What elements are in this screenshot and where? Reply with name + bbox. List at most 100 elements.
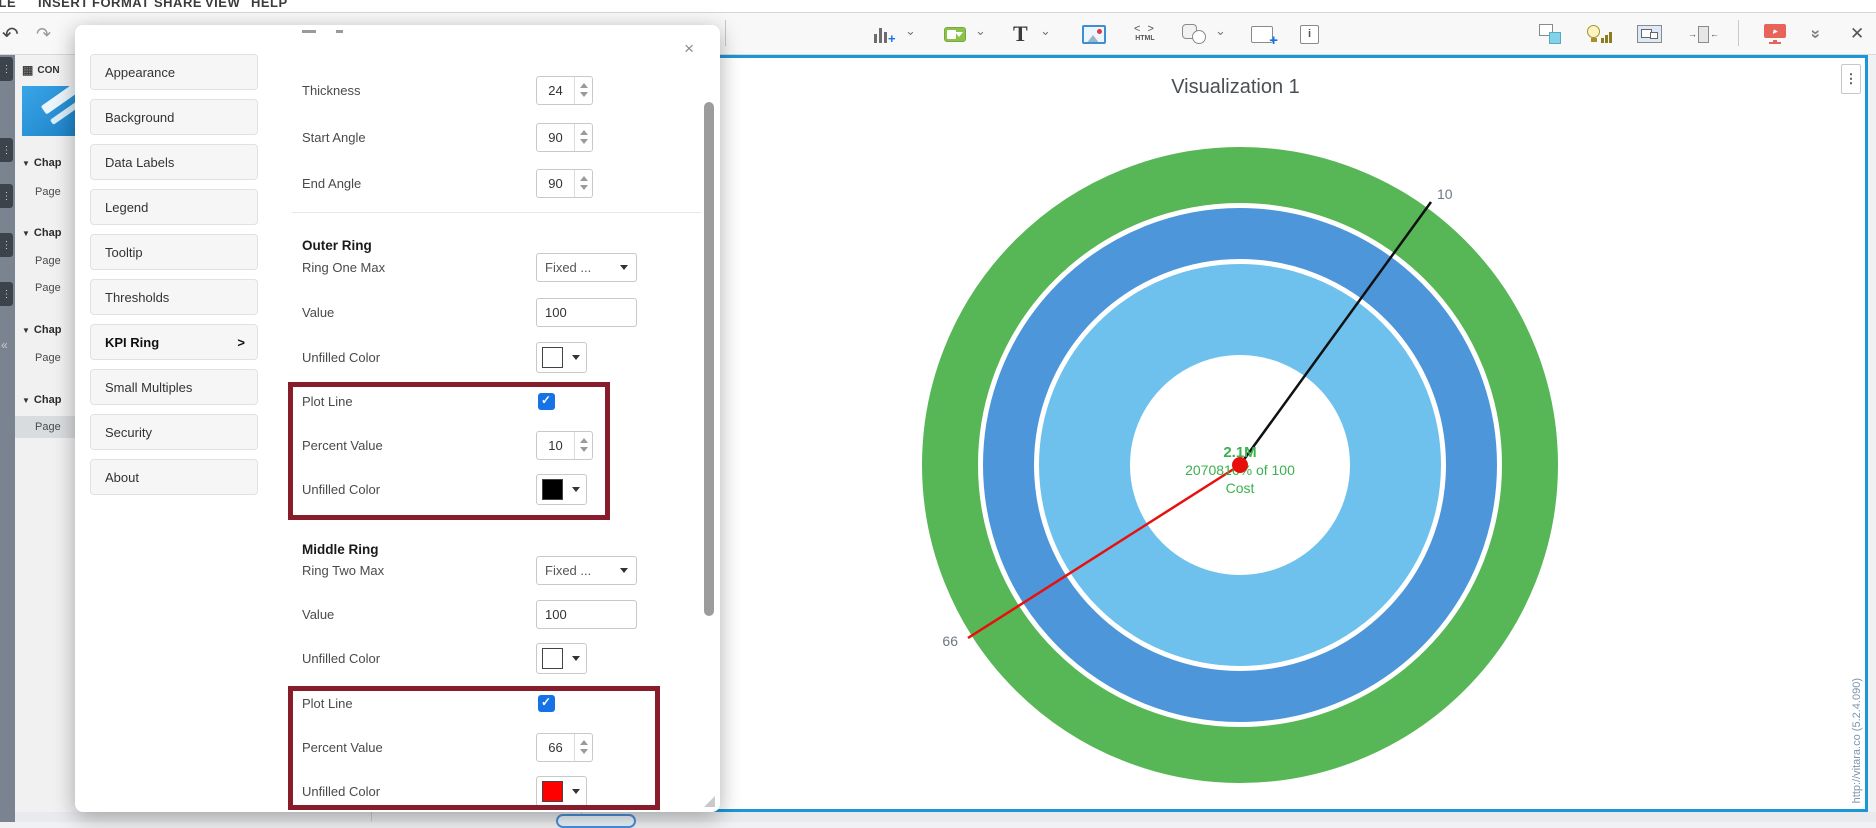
chevron-down-icon[interactable]: ⌄ <box>905 23 916 39</box>
plot-line-label-66: 66 <box>942 633 958 649</box>
chart-settings-dialog: × Appearance Background Data Labels Lege… <box>75 25 720 812</box>
dialog-menu-thresholds[interactable]: Thresholds <box>90 279 258 315</box>
color-swatch <box>542 647 563 669</box>
dialog-menu-background[interactable]: Background <box>90 99 258 135</box>
field-outer-value: Value 100 <box>280 297 712 327</box>
ring-one-max-select[interactable]: Fixed ... <box>536 252 637 282</box>
menu-help[interactable]: HELP <box>251 0 288 12</box>
insert-html-icon[interactable]: < > HTML <box>1134 19 1156 49</box>
lightbulb-icon <box>1587 23 1613 45</box>
dialog-scrollbar[interactable] <box>704 102 714 616</box>
story-canvas[interactable]: Visualization 1 ⋮ 10 66 2.1M 2070816% of… <box>606 55 1868 812</box>
menu-insert[interactable]: INSERT <box>38 0 89 12</box>
chevron-down-icon <box>572 655 580 661</box>
toolbar-divider <box>1738 20 1739 46</box>
insights-icon[interactable] <box>1587 19 1613 49</box>
field-ring-two-max: Ring Two Max Fixed ... <box>280 555 712 585</box>
outer-value-input[interactable]: 100 <box>536 297 637 327</box>
layers-icon <box>1539 24 1561 44</box>
clipped-label-fragment <box>302 30 362 35</box>
outer-unfilled-color-picker[interactable] <box>536 341 587 373</box>
chevron-down-icon: ▼ <box>22 158 30 168</box>
menu-share[interactable]: SHARE <box>154 0 202 12</box>
add-frame-icon[interactable]: + <box>1251 19 1278 49</box>
spinner-down-icon <box>579 185 588 190</box>
plot-line-label-10: 10 <box>1437 186 1453 202</box>
info-panel-icon[interactable]: i <box>1300 19 1319 49</box>
insert-text-icon[interactable]: T <box>1013 19 1028 49</box>
menu-file[interactable]: FILE <box>0 0 16 12</box>
dialog-menu-about[interactable]: About <box>90 459 258 495</box>
chevron-down-icon <box>620 567 628 573</box>
rail-button-2[interactable]: ⋮ <box>0 138 13 162</box>
field-ring-one-max: Ring One Max Fixed ... <box>280 252 712 282</box>
dialog-menu-data-labels[interactable]: Data Labels <box>90 144 258 180</box>
insert-shape-icon[interactable] <box>1182 19 1206 49</box>
dialog-resize-handle[interactable] <box>704 796 715 807</box>
dialog-menu-kpi-ring[interactable]: KPI Ring > <box>90 324 258 360</box>
grid-icon: ▦ <box>22 63 34 77</box>
end-angle-spinner[interactable]: 90 <box>536 168 593 198</box>
middle-value-input[interactable]: 100 <box>536 599 637 629</box>
chevron-down-icon[interactable]: ⌄ <box>1040 23 1051 39</box>
widget-menu-handle[interactable]: ⋮ <box>1841 64 1861 94</box>
dialog-menu-security[interactable]: Security <box>90 414 258 450</box>
plus-icon: + <box>888 30 896 46</box>
footer-button-fragment <box>556 814 636 828</box>
section-divider <box>292 212 702 213</box>
start-angle-spinner[interactable]: 90 <box>536 122 593 152</box>
chevron-right-icon: > <box>237 334 245 350</box>
overlap-layers-icon[interactable] <box>1539 19 1561 49</box>
dialog-menu-legend[interactable]: Legend <box>90 189 258 225</box>
rail-button-3[interactable]: ⋮ <box>0 184 13 208</box>
toolbar-divider <box>725 20 726 46</box>
presentation-icon: ▸ <box>1764 24 1786 44</box>
ring-two-max-select[interactable]: Fixed ... <box>536 555 637 585</box>
insert-chart-icon[interactable]: + <box>874 19 896 49</box>
close-icon[interactable]: ✕ <box>1850 19 1864 49</box>
collapse-rail-icon[interactable]: « <box>1 338 8 352</box>
green-widget-icon <box>944 26 966 42</box>
dialog-menu-tooltip[interactable]: Tooltip <box>90 234 258 270</box>
image-icon <box>1082 24 1106 44</box>
field-end-angle: End Angle 90 <box>280 168 712 198</box>
rail-button-5[interactable]: ⋮ <box>0 282 13 306</box>
story-thumbnail[interactable] <box>22 86 82 136</box>
chevron-down-icon[interactable]: ⌄ <box>975 23 986 39</box>
content-panel-title: CON <box>37 64 60 76</box>
left-rail: ⋮ ⋮ ⋮ ⋮ ⋮ « <box>0 55 15 822</box>
menu-format[interactable]: FORMAT <box>92 0 150 12</box>
selection-frame-icon <box>1637 25 1662 43</box>
outer-ring-header: Outer Ring <box>302 238 372 253</box>
field-middle-value: Value 100 <box>280 599 712 629</box>
rail-button-1[interactable]: ⋮ <box>0 57 13 81</box>
vendor-watermark: http://vitara.co (5.2.4.090) <box>1851 677 1863 803</box>
thickness-spinner[interactable]: 24 <box>536 75 593 105</box>
chevron-down-icon[interactable]: ⌄ <box>1215 23 1226 39</box>
spinner-up-icon <box>579 83 588 88</box>
field-thickness: Thickness 24 <box>280 75 712 105</box>
insert-image-icon[interactable] <box>1082 19 1106 49</box>
spinner-up-icon <box>579 176 588 181</box>
menu-view[interactable]: VIEW <box>205 0 240 12</box>
insert-widget-icon[interactable] <box>944 19 966 49</box>
rail-button-4[interactable]: ⋮ <box>0 233 13 257</box>
content-panel-header: ▦ CON <box>22 63 82 77</box>
undo-icon[interactable]: ↶ <box>2 19 19 49</box>
dialog-menu-small-multiples[interactable]: Small Multiples <box>90 369 258 405</box>
highlight-box-outer-plot-line <box>288 382 610 520</box>
select-frame-icon[interactable] <box>1637 19 1662 49</box>
middle-unfilled-color-picker[interactable] <box>536 642 587 674</box>
dialog-menu-appearance[interactable]: Appearance <box>90 54 258 90</box>
collapse-toolbar-icon[interactable]: « <box>1800 29 1830 38</box>
arrow-right-icon: → <box>1688 29 1697 39</box>
present-mode-icon[interactable]: ▸ <box>1764 19 1786 49</box>
field-start-angle: Start Angle 90 <box>280 122 712 152</box>
center-dot <box>1232 457 1248 473</box>
chart-bars-icon <box>874 25 887 43</box>
fit-frame-icon[interactable]: → ← <box>1688 19 1719 49</box>
frame-plus-icon: + <box>1251 25 1278 49</box>
redo-icon[interactable]: ↷ <box>36 19 51 49</box>
arrow-left-icon: ← <box>1710 29 1719 39</box>
menu-bar: FILE INSERT FORMAT SHARE VIEW HELP <box>0 0 1876 13</box>
